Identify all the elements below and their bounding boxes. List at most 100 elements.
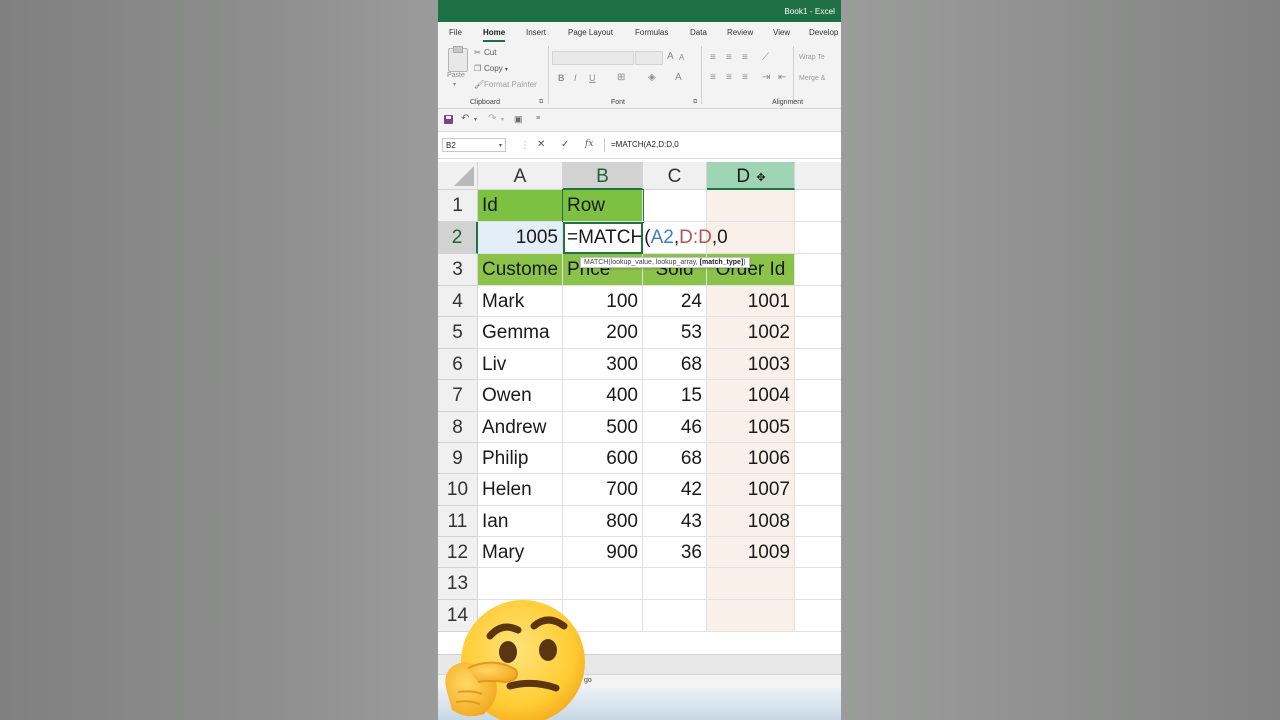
formula-input[interactable]: =MATCH(A2,D:D,0 (604, 138, 841, 152)
paste-icon[interactable] (448, 46, 468, 72)
row-header-12[interactable]: 12 (438, 537, 478, 568)
cell-D4[interactable]: 1001 (707, 286, 795, 317)
cell-D13[interactable] (707, 568, 795, 600)
tab-home[interactable]: Home (483, 28, 506, 42)
align-bottom-icon[interactable]: ≡ (742, 52, 748, 63)
cell-D14[interactable] (707, 600, 795, 632)
cell-C9[interactable]: 68 (643, 443, 707, 474)
font-color-icon[interactable]: A (675, 72, 682, 83)
name-box-dropdown-icon[interactable]: ▾ (499, 139, 502, 153)
column-header-b[interactable]: B (563, 162, 643, 190)
align-center-icon[interactable]: ≡ (726, 72, 732, 83)
copy-button[interactable]: ❐ Copy ▾ (474, 64, 508, 73)
select-all-button[interactable] (438, 162, 478, 190)
tab-review[interactable]: Review (727, 28, 753, 37)
cell-C10[interactable]: 42 (643, 474, 707, 506)
align-right-icon[interactable]: ≡ (742, 72, 748, 83)
cell-B1[interactable]: Row (562, 189, 644, 223)
cell-A4[interactable]: Mark (478, 286, 563, 317)
redo-dropdown-icon[interactable]: ▾ (501, 116, 504, 123)
cell-A2[interactable]: 1005 (478, 222, 563, 254)
row-header-6[interactable]: 6 (438, 349, 478, 380)
cell-C12[interactable]: 36 (643, 537, 707, 568)
cell-E14[interactable] (795, 600, 841, 632)
tab-formulas[interactable]: Formulas (635, 28, 668, 37)
cell-B5[interactable]: 200 (563, 317, 643, 349)
italic-button[interactable]: I (574, 73, 577, 83)
cell-E4[interactable] (795, 286, 841, 317)
cell-E6[interactable] (795, 349, 841, 380)
cell-A1[interactable]: Id (478, 190, 563, 222)
row-header-4[interactable]: 4 (438, 286, 478, 317)
cell-A9[interactable]: Philip (478, 443, 563, 474)
save-icon[interactable] (444, 115, 453, 124)
row-header-2[interactable]: 2 (438, 222, 478, 254)
format-painter-button[interactable]: 🖌Format Painter (474, 80, 537, 89)
cell-E10[interactable] (795, 474, 841, 506)
font-size-select[interactable] (635, 51, 663, 65)
align-middle-icon[interactable]: ≡ (726, 52, 732, 63)
redo-icon[interactable]: ↷ (488, 113, 496, 124)
cell-D8[interactable]: 1005 (707, 412, 795, 443)
row-header-7[interactable]: 7 (438, 380, 478, 412)
cell-E8[interactable] (795, 412, 841, 443)
form-icon[interactable]: ▣ (514, 114, 523, 125)
cell-A11[interactable]: Ian (478, 506, 563, 537)
align-left-icon[interactable]: ≡ (710, 72, 716, 83)
wrap-text-button[interactable]: Wrap Te (799, 54, 825, 61)
cell-D11[interactable]: 1008 (707, 506, 795, 537)
cell-B4[interactable]: 100 (563, 286, 643, 317)
tab-data[interactable]: Data (690, 28, 707, 37)
cell-E1[interactable] (795, 190, 841, 222)
cell-E7[interactable] (795, 380, 841, 412)
cell-E13[interactable] (795, 568, 841, 600)
tab-page-layout[interactable]: Page Layout (568, 28, 613, 37)
cell-E2[interactable] (795, 222, 841, 254)
cell-E3[interactable] (795, 254, 841, 286)
cell-C11[interactable]: 43 (643, 506, 707, 537)
cell-D7[interactable]: 1004 (707, 380, 795, 412)
name-box[interactable]: B2 ▾ (442, 138, 506, 152)
grow-font-button[interactable]: A (667, 51, 674, 62)
cell-E9[interactable] (795, 443, 841, 474)
cell-B11[interactable]: 800 (563, 506, 643, 537)
cell-D12[interactable]: 1009 (707, 537, 795, 568)
cell-B10[interactable]: 700 (563, 474, 643, 506)
paste-label[interactable]: Paste (447, 72, 465, 79)
cell-C5[interactable]: 53 (643, 317, 707, 349)
cell-E5[interactable] (795, 317, 841, 349)
bold-button[interactable]: B (558, 73, 565, 83)
cell-C7[interactable]: 15 (643, 380, 707, 412)
indent-icon[interactable]: ⇥ (762, 72, 770, 83)
row-header-1[interactable]: 1 (438, 190, 478, 222)
cell-C8[interactable]: 46 (643, 412, 707, 443)
row-header-9[interactable]: 9 (438, 443, 478, 474)
undo-icon[interactable]: ↶ (461, 113, 469, 124)
column-header-a[interactable]: A (478, 162, 563, 190)
cell-B2[interactable]: =MATCH(A2,D:D,0 (563, 222, 728, 254)
cell-D5[interactable]: 1002 (707, 317, 795, 349)
cell-A7[interactable]: Owen (478, 380, 563, 412)
tab-view[interactable]: View (773, 28, 790, 37)
column-header-d[interactable]: D ✥ (707, 162, 795, 190)
cell-E12[interactable] (795, 537, 841, 568)
cut-button[interactable]: ✂ Cut (474, 48, 496, 57)
column-header-e[interactable] (795, 162, 841, 190)
merge-center-button[interactable]: Merge & (799, 75, 825, 82)
borders-icon[interactable]: ⊞ (617, 72, 625, 83)
enter-icon[interactable]: ✓ (561, 139, 569, 150)
insert-function-icon[interactable]: fx (585, 139, 593, 149)
tab-file[interactable]: File (449, 28, 462, 37)
cell-D6[interactable]: 1003 (707, 349, 795, 380)
font-launcher-icon[interactable]: ⧉ (693, 99, 697, 106)
paste-dropdown-icon[interactable]: ▾ (453, 81, 456, 88)
cell-B9[interactable]: 600 (563, 443, 643, 474)
cell-C4[interactable]: 24 (643, 286, 707, 317)
cell-A3[interactable]: Custome (478, 254, 563, 286)
shrink-font-button[interactable]: A (679, 53, 684, 62)
row-header-3[interactable]: 3 (438, 254, 478, 286)
row-header-11[interactable]: 11 (438, 506, 478, 537)
cancel-icon[interactable]: ✕ (537, 139, 545, 150)
cell-A10[interactable]: Helen (478, 474, 563, 506)
cell-C14[interactable] (643, 600, 707, 632)
